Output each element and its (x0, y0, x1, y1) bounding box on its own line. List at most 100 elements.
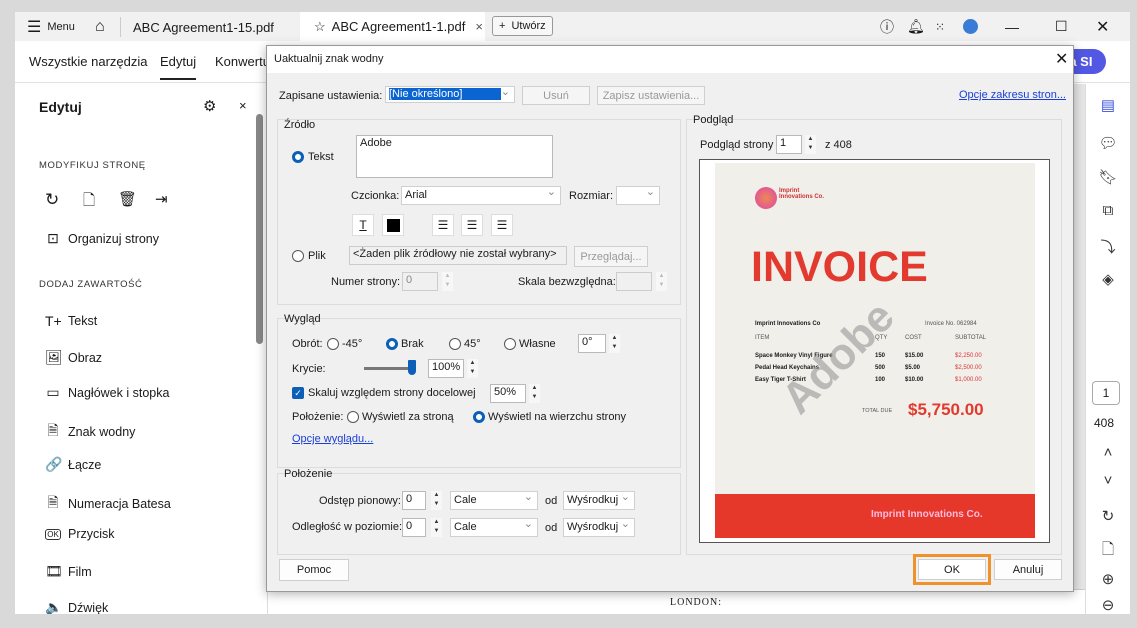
vertical-offset-field[interactable]: 0 (402, 491, 426, 510)
sidebar-item-sound[interactable]: 🔈 Dźwięk (45, 599, 108, 614)
on-top-radio[interactable] (473, 411, 485, 423)
page-range-options-link[interactable]: Opcje zakresu stron... (959, 89, 1066, 101)
align-left-icon[interactable]: ☰ (432, 214, 454, 236)
image-icon: 🖼 (45, 349, 63, 365)
layers-icon[interactable]: ◈ (1098, 270, 1118, 288)
align-right-icon[interactable]: ☰ (491, 214, 513, 236)
cancel-button[interactable]: Anuluj (994, 559, 1062, 580)
invoice-cell: $5.00 (905, 365, 921, 371)
preview-page-spinner[interactable]: ▲ ▼ (805, 135, 816, 154)
vertical-offset-spinner[interactable]: ▲ ▼ (431, 491, 442, 510)
color-swatch[interactable] (382, 214, 404, 236)
file-path-field[interactable]: <Żaden plik źródłowy nie został wybrany> (349, 246, 567, 265)
bell-icon[interactable]: 🔔︎ (907, 12, 925, 41)
saved-settings-select[interactable]: [Nie określono] (385, 85, 515, 103)
link-icon: 🔗 (45, 456, 63, 472)
source-text-radio[interactable] (292, 151, 304, 163)
absolute-scale-spinner[interactable]: ▲ ▼ (656, 272, 667, 291)
close-window-icon[interactable]: ✕ (1096, 12, 1109, 41)
vertical-anchor-select[interactable]: Wyśrodkuj (563, 490, 635, 510)
sidebar-item-text[interactable]: T+ Tekst (45, 313, 97, 329)
comment-icon[interactable]: 💬︎ (1098, 134, 1118, 152)
actual-size-icon[interactable]: 🗋 (1098, 539, 1118, 564)
gear-icon[interactable]: ⚙ (203, 97, 216, 115)
create-button[interactable]: + Utwórz (492, 16, 553, 36)
opacity-slider[interactable] (364, 367, 412, 370)
chevron-up-icon[interactable]: ˄ (1098, 444, 1118, 461)
insert-page-icon[interactable]: 🗋 (83, 190, 95, 215)
absolute-scale-field[interactable] (616, 272, 652, 291)
align-center-icon[interactable]: ☰ (461, 214, 483, 236)
home-icon[interactable]: ⌂ (95, 12, 105, 41)
horizontal-anchor-select[interactable]: Wyśrodkuj (563, 517, 635, 537)
size-select[interactable] (616, 185, 660, 205)
delete-button[interactable]: Usuń (522, 86, 590, 105)
rotation-custom-field[interactable]: 0° (578, 334, 606, 353)
scale-checkbox[interactable]: ✓ (292, 387, 304, 399)
tab-edit[interactable]: Edytuj (160, 54, 197, 80)
rotate-icon[interactable]: ↻ (45, 190, 59, 210)
opacity-spinner[interactable]: ▲ ▼ (467, 359, 478, 378)
trash-icon[interactable]: 🗑 (118, 190, 137, 208)
zoom-in-icon[interactable]: ⊕ (1098, 570, 1118, 588)
page-number-spinner[interactable]: ▲ ▼ (442, 272, 453, 291)
rotation-custom-radio[interactable] (504, 338, 516, 350)
appearance-options-link[interactable]: Opcje wyglądu... (292, 433, 373, 445)
tab-abc-agreement1-15[interactable]: ABC Agreement1-15.pdf (120, 17, 298, 37)
help-icon[interactable]: ⓘ (880, 12, 894, 41)
page-number-input[interactable]: 1 (1092, 381, 1120, 405)
watermark-text-input[interactable]: Adobe (356, 135, 553, 178)
close-dialog-icon[interactable]: ✕ (1055, 49, 1068, 69)
source-file-radio[interactable] (292, 250, 304, 262)
preview-page-field[interactable]: 1 (776, 135, 802, 154)
apps-icon[interactable]: ⁙ (935, 12, 945, 41)
save-settings-button[interactable]: Zapisz ustawienia... (597, 86, 705, 105)
zoom-out-icon[interactable]: ⊖ (1098, 596, 1118, 614)
sidebar-item-bates[interactable]: 🗎 Numeracja Batesa (45, 492, 170, 516)
rotation-minus45-radio[interactable] (327, 338, 339, 350)
menu-button[interactable]: ☰ Menu (27, 12, 75, 41)
sidebar-item-organize[interactable]: ⊡ Organizuj strony (45, 230, 159, 247)
refresh-icon[interactable]: ↻ (1098, 507, 1118, 525)
close-tab-icon[interactable]: × (475, 19, 483, 34)
compare-icon[interactable]: ⤵ (1098, 236, 1118, 257)
sidebar-item-header-footer[interactable]: ▭ Nagłówek i stopka (45, 384, 169, 401)
tab-abc-agreement1-1[interactable]: ☆ ABC Agreement1-1.pdf × (300, 12, 485, 41)
vertical-unit-select[interactable]: Cale (450, 490, 538, 510)
bookmark-icon[interactable]: 🔖︎ (1098, 168, 1118, 186)
scale-field[interactable]: 50% (490, 384, 526, 403)
avatar[interactable] (963, 19, 978, 34)
extract-page-icon[interactable]: ⇥ (155, 190, 168, 208)
chevron-down-icon[interactable]: ˅ (1098, 472, 1118, 489)
browse-button[interactable]: Przeglądaj... (574, 246, 648, 267)
maximize-icon[interactable]: ☐ (1055, 12, 1068, 41)
tab-all-tools[interactable]: Wszystkie narzędzia (29, 54, 147, 69)
sidebar-item-watermark[interactable]: 🗎 Znak wodny (45, 420, 135, 444)
minimize-icon[interactable]: — (1005, 12, 1019, 41)
sidebar-item-button[interactable]: OK Przycisk (45, 527, 115, 541)
ai-panel-icon[interactable]: ▤ (1098, 96, 1118, 114)
sidebar-item-film[interactable]: 🎞 Film (45, 563, 92, 580)
font-select[interactable]: Arial (401, 185, 561, 205)
behind-page-radio[interactable] (347, 411, 359, 423)
opacity-slider-thumb[interactable] (408, 360, 416, 375)
horizontal-offset-spinner[interactable]: ▲ ▼ (431, 518, 442, 537)
text-format-icon[interactable]: T (352, 214, 374, 236)
sidebar-item-image[interactable]: 🖼 Obraz (45, 349, 102, 366)
rotation-none-radio[interactable] (386, 338, 398, 350)
opacity-field[interactable]: 100% (428, 359, 464, 378)
help-button[interactable]: Pomoc (279, 559, 349, 581)
rotation-spinner[interactable]: ▲ ▼ (609, 334, 620, 353)
horizontal-offset-field[interactable]: 0 (402, 518, 426, 537)
sidebar-scrollbar[interactable] (256, 114, 263, 344)
sidebar-item-link[interactable]: 🔗 Łącze (45, 456, 101, 473)
rotation-45-radio[interactable] (449, 338, 461, 350)
close-sidebar-icon[interactable]: × (239, 98, 247, 113)
horizontal-unit-select[interactable]: Cale (450, 517, 538, 537)
ok-button-icon: OK (45, 528, 61, 540)
ok-button[interactable]: OK (918, 559, 986, 580)
page-number-field[interactable]: 0 (402, 272, 438, 291)
scale-spinner[interactable]: ▲ ▼ (529, 384, 540, 403)
pages-icon[interactable]: ⧉ (1098, 202, 1118, 219)
tab-convert[interactable]: Konwertuj (215, 54, 273, 69)
